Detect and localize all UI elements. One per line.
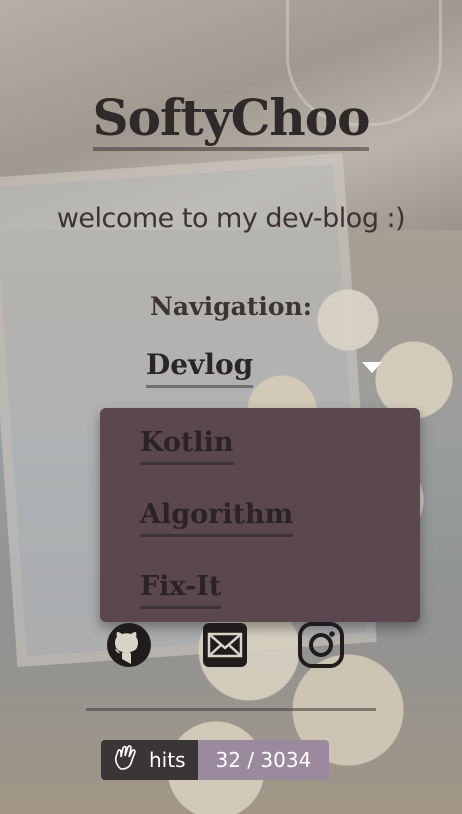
hand-wave-icon — [113, 744, 143, 776]
site-title-text[interactable]: SoftyChoo — [92, 88, 370, 151]
github-icon[interactable] — [104, 620, 154, 670]
hits-value: 32 / 3034 — [197, 740, 330, 780]
site-tagline: welcome to my dev-blog :) — [56, 203, 406, 234]
footer-divider — [86, 708, 376, 711]
navigation-dropdown[interactable]: Devlog — [146, 345, 386, 393]
navigation-menu: Kotlin Algorithm Fix-It — [100, 408, 420, 622]
hits-badge: hits 32 / 3034 — [101, 740, 330, 780]
menu-item-fix-it[interactable]: Fix-It — [140, 568, 222, 609]
instagram-icon[interactable] — [296, 620, 346, 670]
site-title[interactable]: SoftyChoo — [0, 88, 462, 151]
navigation-selected[interactable]: Devlog — [146, 345, 254, 388]
hits-label: hits — [149, 748, 186, 772]
navigation-label: Navigation: — [150, 292, 312, 321]
menu-item-kotlin[interactable]: Kotlin — [140, 424, 234, 465]
mail-icon[interactable] — [200, 620, 250, 670]
menu-item-algorithm[interactable]: Algorithm — [140, 496, 294, 537]
caret-down-icon[interactable] — [362, 362, 382, 373]
